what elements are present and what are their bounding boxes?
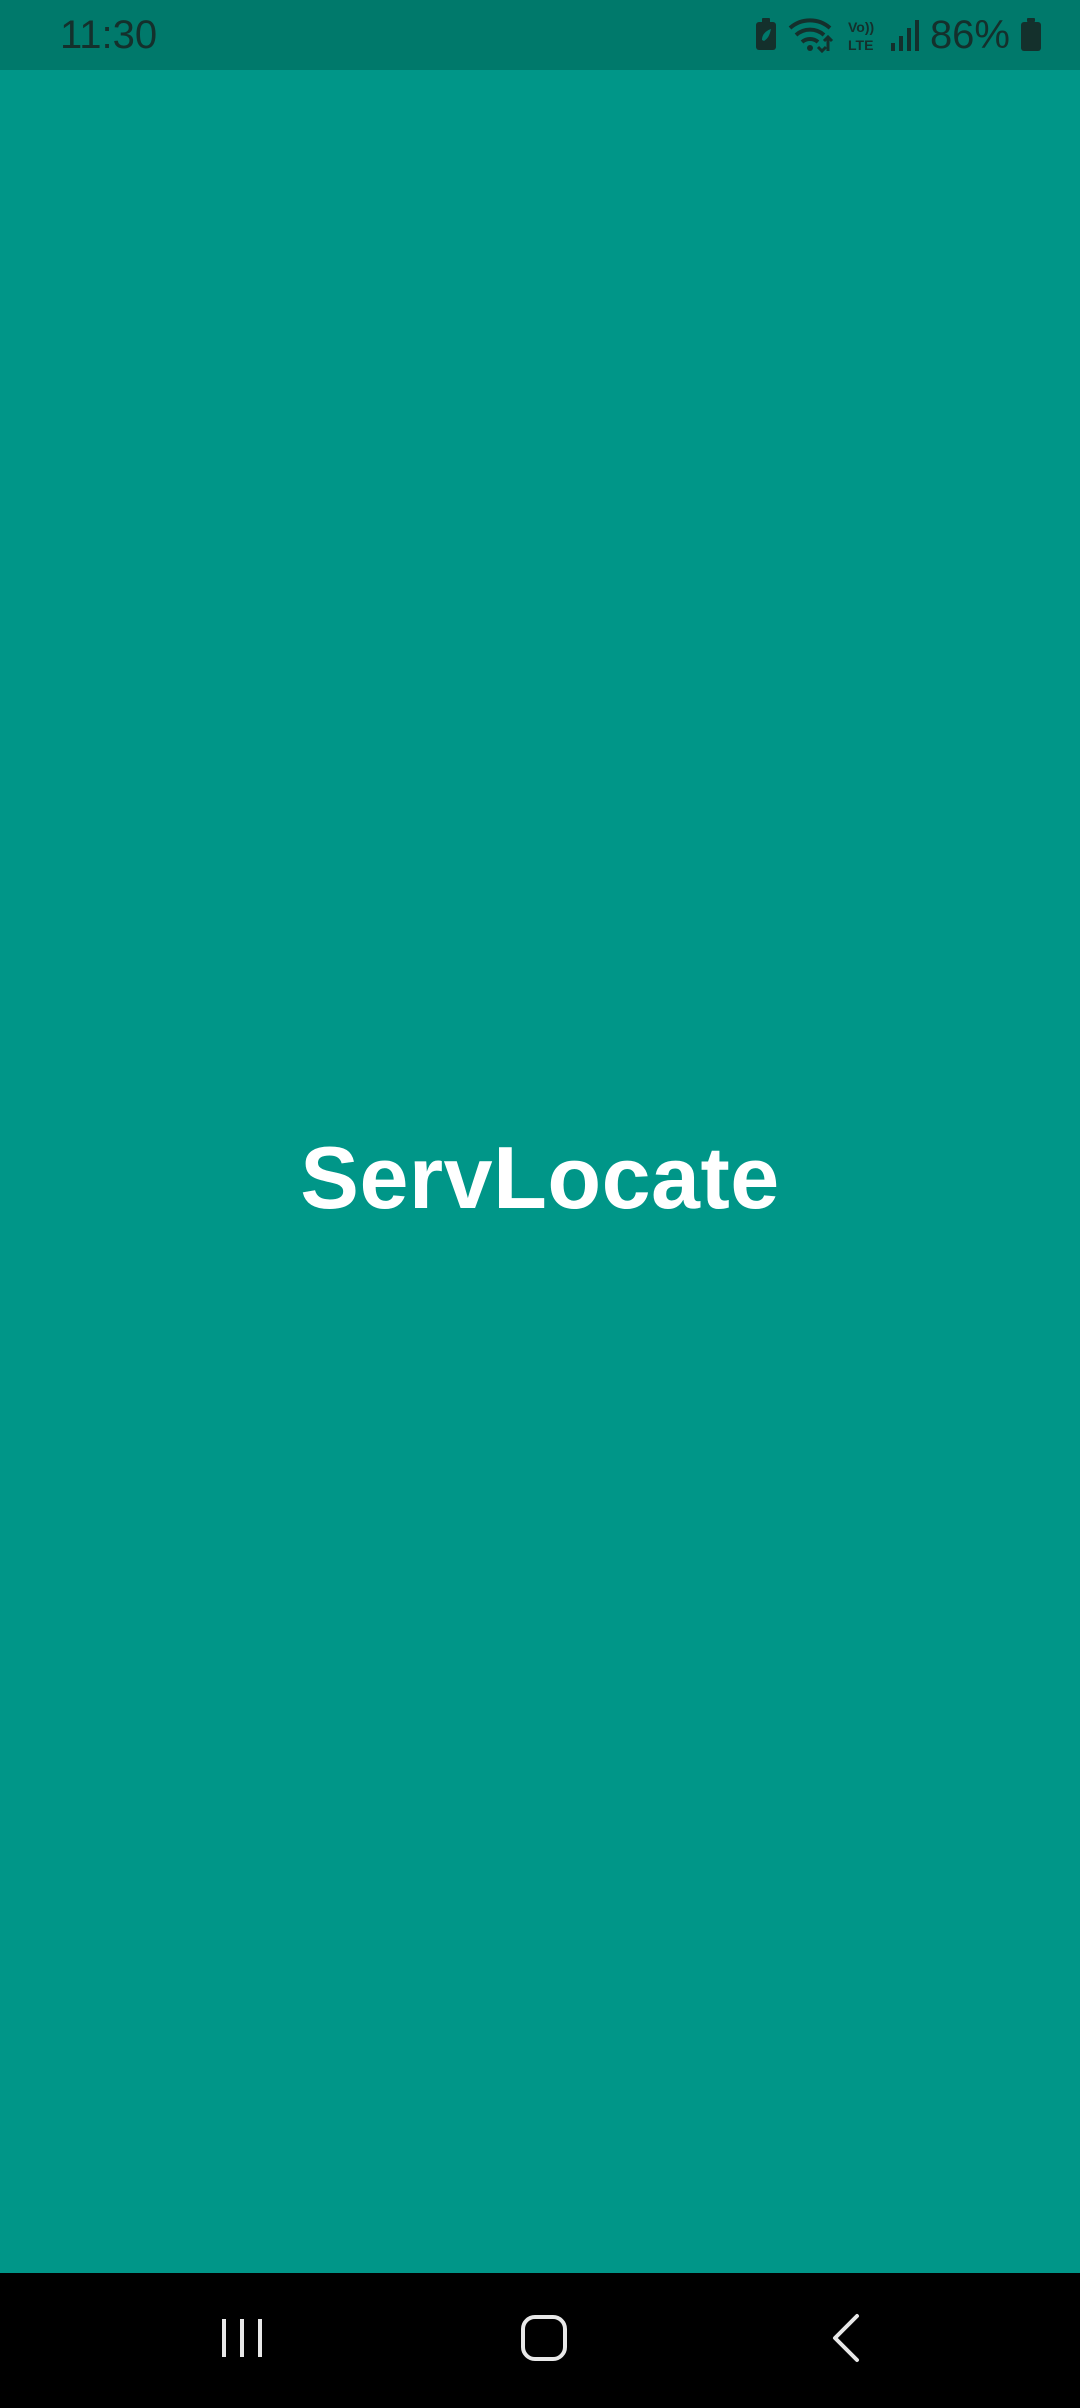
signal-icon <box>890 19 920 51</box>
status-time: 11:30 <box>60 13 158 57</box>
svg-text:Vo)): Vo)) <box>848 19 874 35</box>
main-content: ServLocate <box>0 70 1080 2273</box>
recents-icon <box>219 2315 265 2366</box>
battery-percent: 86% <box>929 13 1010 57</box>
status-icons: Vo)) LTE 86% <box>754 10 1042 60</box>
home-button[interactable] <box>474 2273 614 2408</box>
volte-lte-icon: Vo)) LTE <box>846 17 880 53</box>
app-title: ServLocate <box>300 1128 780 1227</box>
splash-screen: 11:30 Vo)) LTE 86% ServLocate <box>0 0 1080 2408</box>
svg-text:LTE: LTE <box>848 37 873 53</box>
back-button[interactable] <box>776 2273 916 2408</box>
battery-icon <box>1020 18 1042 52</box>
recents-button[interactable] <box>172 2273 312 2408</box>
home-icon <box>520 2314 568 2367</box>
back-icon <box>829 2313 863 2368</box>
battery-saver-icon <box>754 18 778 52</box>
status-bar: 11:30 Vo)) LTE 86% <box>0 0 1080 70</box>
navigation-bar <box>0 2273 1080 2408</box>
wifi-icon <box>788 17 836 53</box>
